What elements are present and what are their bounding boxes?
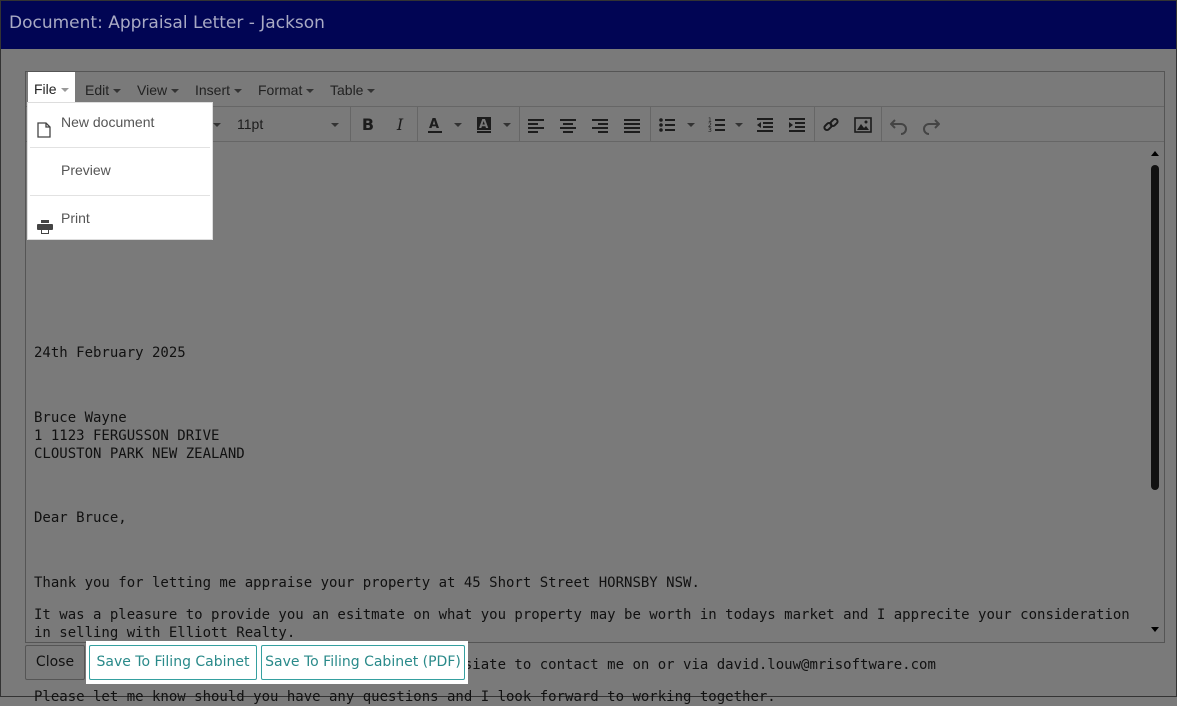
text-color-icon[interactable]: A	[426, 115, 444, 135]
bullet-list-icon[interactable]	[658, 115, 676, 135]
align-right-icon[interactable]	[591, 115, 609, 135]
svg-text:3: 3	[708, 127, 712, 134]
toolbar-divider	[814, 107, 815, 142]
paragraph-2: It was a pleasure to provide you an esit…	[34, 607, 1130, 641]
chevron-down-icon[interactable]	[735, 123, 743, 127]
menu-view-label: View	[137, 82, 168, 98]
menu-format-label: Format	[258, 82, 303, 98]
menu-insert[interactable]: Insert	[195, 81, 243, 99]
undo-icon[interactable]	[890, 115, 908, 135]
address-line-2: CLOUSTON PARK NEW ZEALAND	[34, 446, 245, 462]
chevron-down-icon	[171, 89, 180, 94]
menu-edit[interactable]: Edit	[85, 81, 122, 99]
greeting: Dear Bruce,	[34, 510, 127, 526]
align-left-icon[interactable]	[527, 115, 545, 135]
save-to-filing-cabinet-button[interactable]: Save To Filing Cabinet	[89, 645, 257, 680]
menu-item-new-document[interactable]: New document	[28, 103, 212, 150]
chevron-down-icon[interactable]	[454, 123, 462, 127]
menu-divider	[30, 147, 210, 148]
toolbar-divider	[519, 107, 520, 142]
close-button[interactable]: Close	[25, 645, 85, 680]
font-family-dropdown-icon[interactable]	[213, 123, 221, 127]
scroll-down-icon[interactable]	[1151, 627, 1159, 632]
save-to-filing-cabinet-pdf-button[interactable]: Save To Filing Cabinet (PDF)	[261, 645, 465, 680]
chevron-down-icon[interactable]	[503, 123, 511, 127]
document-window: Document: Appraisal Letter - Jackson Fil…	[0, 0, 1177, 705]
menu-file-label: File	[34, 81, 57, 97]
print-icon	[37, 210, 53, 248]
menu-item-label: Print	[61, 210, 90, 226]
paragraph-4: Please let me know should you have any q…	[34, 689, 776, 705]
chevron-down-icon	[113, 89, 122, 94]
chevron-down-icon	[60, 88, 69, 93]
chevron-down-icon[interactable]	[687, 123, 695, 127]
menu-item-label: Preview	[61, 162, 111, 178]
svg-text:A: A	[429, 117, 439, 132]
recipient-name: Bruce Wayne	[34, 410, 127, 426]
font-size-dropdown-icon[interactable]	[331, 123, 339, 127]
menu-divider	[30, 195, 210, 196]
redo-icon[interactable]	[922, 115, 940, 135]
window-title: Document: Appraisal Letter - Jackson	[1, 1, 1176, 49]
background-color-icon[interactable]: A	[475, 115, 493, 135]
font-size-select[interactable]: 11pt	[237, 116, 263, 132]
bold-icon[interactable]: B	[359, 115, 377, 135]
menu-view[interactable]: View	[137, 81, 180, 99]
scroll-up-icon[interactable]	[1151, 151, 1159, 156]
chevron-down-icon	[234, 89, 243, 94]
svg-text:A: A	[479, 117, 489, 131]
align-center-icon[interactable]	[559, 115, 577, 135]
toolbar-divider	[881, 107, 882, 142]
numbered-list-icon[interactable]: 123	[708, 115, 726, 135]
image-icon[interactable]	[854, 115, 872, 135]
scroll-thumb[interactable]	[1151, 165, 1159, 490]
address-line-1: 1 1123 FERGUSSON DRIVE	[34, 428, 220, 444]
menu-format[interactable]: Format	[258, 81, 315, 99]
menu-item-label: New document	[61, 114, 155, 130]
vertical-scrollbar[interactable]	[1146, 143, 1164, 643]
file-dropdown-menu: New document Preview Print	[27, 102, 213, 240]
link-icon[interactable]	[822, 115, 840, 135]
menu-edit-label: Edit	[85, 82, 110, 98]
toolbar-divider	[417, 107, 418, 142]
indent-icon[interactable]	[788, 115, 806, 135]
chevron-down-icon	[306, 89, 315, 94]
menu-table[interactable]: Table	[330, 81, 376, 99]
menu-item-preview[interactable]: Preview	[28, 151, 212, 198]
align-justify-icon[interactable]	[623, 115, 641, 135]
toolbar-divider	[350, 107, 351, 142]
toolbar-divider	[650, 107, 651, 142]
menu-insert-label: Insert	[195, 82, 231, 98]
italic-icon[interactable]: I	[391, 115, 409, 135]
letter-date: 24th February 2025	[34, 345, 186, 361]
menu-item-print[interactable]: Print	[28, 199, 212, 246]
menu-table-label: Table	[330, 82, 364, 98]
chevron-down-icon	[367, 89, 376, 94]
paragraph-1: Thank you for letting me appraise your p…	[34, 575, 700, 591]
outdent-icon[interactable]	[756, 115, 774, 135]
